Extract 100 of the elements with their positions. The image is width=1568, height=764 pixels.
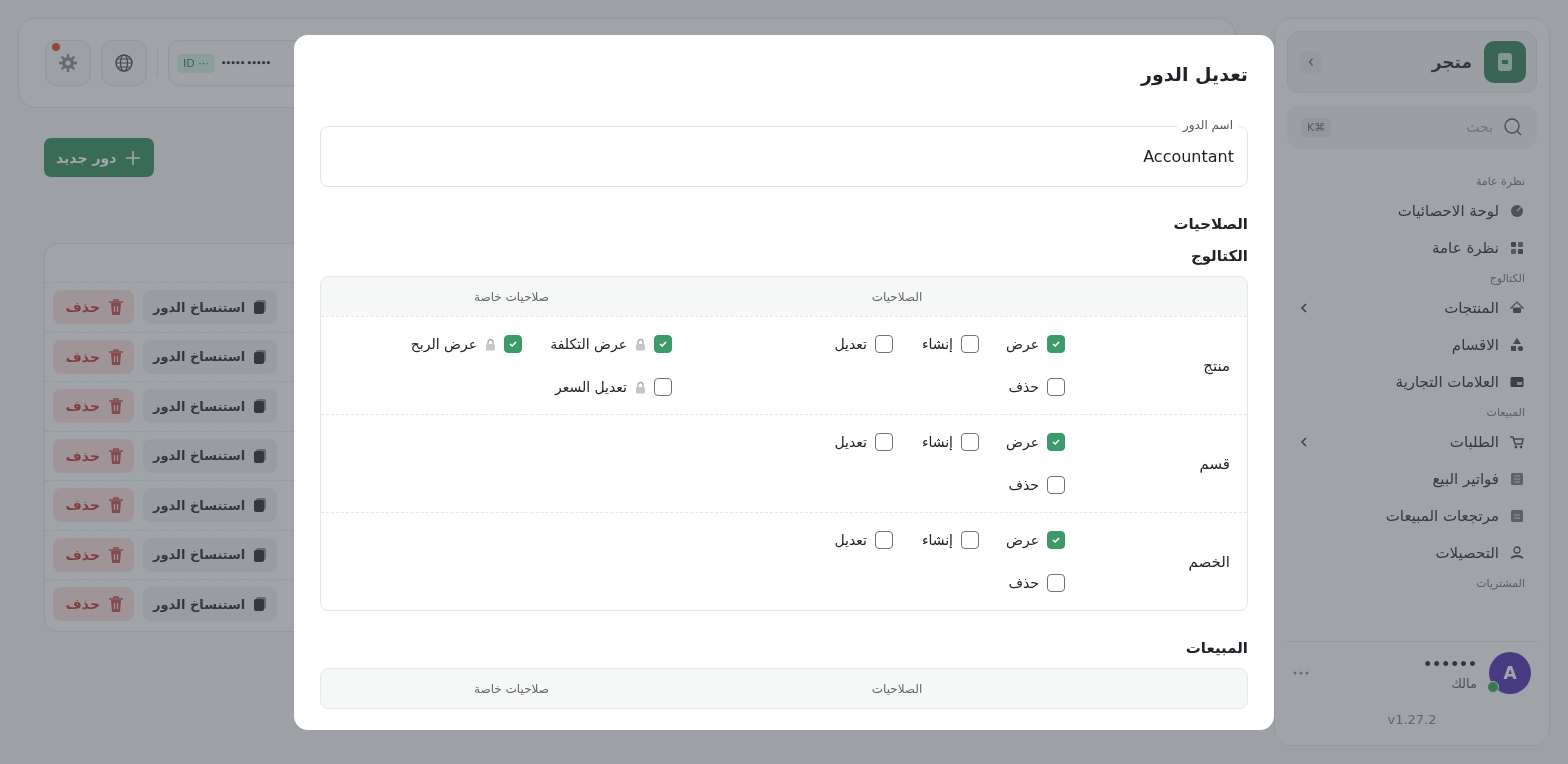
lock-icon <box>635 337 646 351</box>
permission-option[interactable]: حذف <box>979 476 1065 494</box>
check-icon <box>658 339 668 349</box>
permission-option[interactable]: عرض <box>979 433 1065 451</box>
copy-role-button[interactable]: استنساخ الدور <box>143 339 278 374</box>
delete-button[interactable]: حذف <box>53 587 134 622</box>
delete-button[interactable]: حذف <box>53 290 134 325</box>
brand-name: متجر <box>1430 52 1472 72</box>
check-icon <box>1051 437 1061 447</box>
copy-icon <box>253 497 268 514</box>
permission-option[interactable]: حذف <box>979 574 1065 592</box>
field-label: اسم الدور <box>1177 117 1238 133</box>
trash-icon <box>108 298 124 317</box>
trash-icon <box>108 496 124 515</box>
copy-role-button[interactable]: استنساخ الدور <box>143 389 278 424</box>
section-title: المبيعات <box>1184 639 1248 657</box>
delete-button[interactable]: حذف <box>53 339 134 374</box>
check-icon <box>1051 339 1061 349</box>
nav-item[interactable]: لوحة الاحصائيات <box>1295 192 1529 229</box>
copy-icon <box>253 299 268 316</box>
copy-icon <box>253 447 268 464</box>
checkbox[interactable] <box>1047 574 1065 592</box>
special-permission-option[interactable]: تعديل السعر <box>522 378 672 396</box>
app-version: v1.27.2 <box>1386 711 1438 729</box>
delete-button[interactable]: حذف <box>53 537 134 572</box>
copy-role-button[interactable]: استنساخ الدور <box>143 537 278 572</box>
column-header: صلاحيات خاصة <box>473 681 550 696</box>
settings-button[interactable] <box>45 40 91 86</box>
nav-icon <box>1509 507 1525 524</box>
check-icon <box>508 339 518 349</box>
trash-icon <box>108 446 124 465</box>
special-permission-option[interactable]: عرض الربح <box>372 335 522 353</box>
copy-role-button[interactable]: استنساخ الدور <box>143 290 278 325</box>
checkbox[interactable] <box>961 335 979 353</box>
permission-option[interactable]: حذف <box>979 378 1065 396</box>
checkbox[interactable] <box>875 335 893 353</box>
nav-icon <box>1509 336 1525 353</box>
user-role: مالك <box>1450 675 1477 691</box>
globe-icon <box>114 53 134 73</box>
delete-button[interactable]: حذف <box>53 389 134 424</box>
checkbox[interactable] <box>654 378 672 396</box>
trash-icon <box>108 595 124 614</box>
search-icon <box>1503 117 1523 137</box>
checkbox[interactable] <box>654 335 672 353</box>
nav-item[interactable]: الاقسام <box>1295 326 1529 363</box>
checkbox[interactable] <box>504 335 522 353</box>
copy-role-button[interactable]: استنساخ الدور <box>143 587 278 622</box>
permission-option[interactable]: عرض <box>979 335 1065 353</box>
user-avatar[interactable]: A <box>1489 652 1531 694</box>
checkbox[interactable] <box>1047 378 1065 396</box>
account-name: ••••• ••••• <box>220 58 271 68</box>
store-logo-icon <box>1484 41 1526 83</box>
checkbox[interactable] <box>1047 433 1065 451</box>
checkbox[interactable] <box>1047 476 1065 494</box>
dialog-title: تعديل الدور <box>1139 63 1248 85</box>
delete-button[interactable]: حذف <box>53 488 134 523</box>
permission-option[interactable]: تعديل <box>807 433 893 451</box>
checkbox[interactable] <box>875 433 893 451</box>
permissions-title: الصلاحيات <box>1172 215 1248 233</box>
trash-icon <box>108 347 124 366</box>
settings-icon <box>58 53 78 73</box>
permission-option[interactable]: تعديل <box>807 531 893 549</box>
permission-option[interactable]: إنشاء <box>893 531 979 549</box>
permission-option[interactable]: تعديل <box>807 335 893 353</box>
trash-icon <box>108 397 124 416</box>
checkbox[interactable] <box>1047 531 1065 549</box>
checkbox[interactable] <box>961 433 979 451</box>
checkbox[interactable] <box>1047 335 1065 353</box>
nav-item[interactable]: العلامات التجارية <box>1295 363 1529 400</box>
nav-group-label: الكتالوج <box>1488 272 1525 285</box>
copy-role-button[interactable]: استنساخ الدور <box>143 488 278 523</box>
resource-name: الخصم <box>1187 552 1231 571</box>
nav-item[interactable]: التحصيلات <box>1295 534 1529 571</box>
lock-icon <box>485 337 496 351</box>
column-header: صلاحيات خاصة <box>473 289 550 304</box>
copy-icon <box>253 596 268 613</box>
nav-icon <box>1509 202 1525 219</box>
user-name: •••••• <box>1422 655 1477 672</box>
nav-item[interactable]: نظرة عامة <box>1295 229 1529 266</box>
permission-option[interactable]: إنشاء <box>893 433 979 451</box>
copy-role-button[interactable]: استنساخ الدور <box>143 438 278 473</box>
check-icon <box>1051 535 1061 545</box>
nav-item[interactable]: الطلبات <box>1295 423 1529 460</box>
new-role-button[interactable]: دور جديد <box>44 138 155 177</box>
permission-option[interactable]: إنشاء <box>893 335 979 353</box>
id-badge: ID ··· <box>177 53 215 73</box>
nav-item[interactable]: المنتجات <box>1295 289 1529 326</box>
permission-option[interactable]: عرض <box>979 531 1065 549</box>
nav-group-label: المبيعات <box>1485 406 1525 419</box>
lock-icon <box>635 380 646 394</box>
nav-icon <box>1509 299 1525 316</box>
resource-name: قسم <box>1198 454 1231 473</box>
nav-item[interactable]: مرتجعات المبيعات <box>1295 497 1529 534</box>
checkbox[interactable] <box>961 531 979 549</box>
special-permission-option[interactable]: عرض التكلفة <box>522 335 672 353</box>
checkbox[interactable] <box>875 531 893 549</box>
delete-button[interactable]: حذف <box>53 438 134 473</box>
copy-icon <box>253 398 268 415</box>
nav-item[interactable]: فواتير البيع <box>1295 460 1529 497</box>
language-button[interactable] <box>101 40 147 86</box>
